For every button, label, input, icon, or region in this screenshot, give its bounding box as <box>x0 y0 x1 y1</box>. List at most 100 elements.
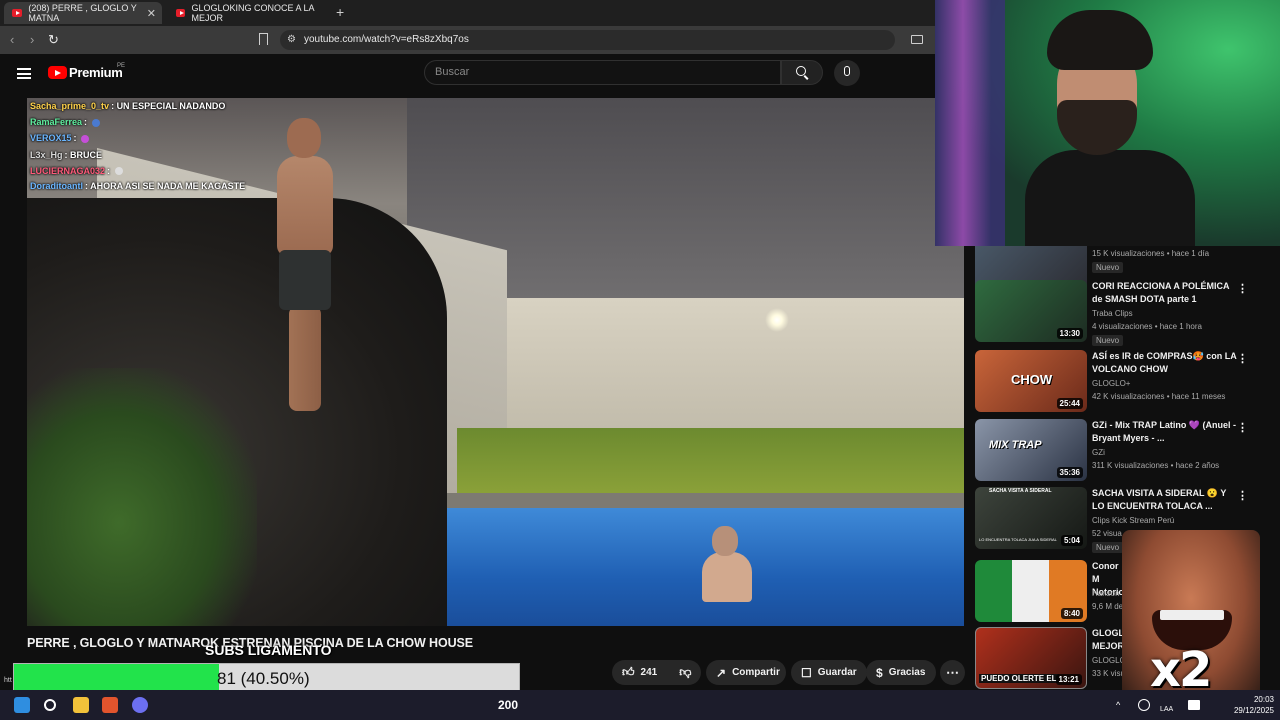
taskbar-count: 200 <box>498 698 519 712</box>
video-person-standing <box>259 118 349 418</box>
save-button[interactable]: ☐ Guardar <box>791 660 867 685</box>
more-options-icon[interactable]: ⋮ <box>1237 352 1248 365</box>
video-person-swimming <box>697 526 757 606</box>
goal-progress-text: 81 (40.50%) <box>217 669 310 688</box>
clock-time: 20:03 <box>1253 695 1274 704</box>
windows-start-icon[interactable] <box>14 697 30 713</box>
rec-channel[interactable]: GZi <box>1092 448 1105 457</box>
browser-tab[interactable]: GLOGLOKING CONOCE A LA MEJOR <box>168 2 326 24</box>
rec-meta: 15 K visualizaciones • hace 1 día <box>1092 249 1210 258</box>
logo-region: PE <box>117 63 126 69</box>
back-icon[interactable]: ‹ <box>10 32 14 47</box>
chat-message: VEROX15: <box>30 130 260 146</box>
chat-message: Doraditoantl: AHORA ASI SE NADA ME KAGAS… <box>30 181 246 192</box>
youtube-favicon-icon <box>12 9 23 17</box>
chat-username: RamaFerrea <box>30 117 83 128</box>
rec-meta: 4 visualizaciones • hace 1 hora <box>1092 322 1202 331</box>
status-url-hint: htt <box>4 677 12 684</box>
new-tab-icon[interactable]: + <box>336 4 344 20</box>
recommendation-item[interactable]: MIX TRAP 35:36 GZi - Mix TRAP Latino 💜 (… <box>975 419 1275 483</box>
video-thumbnail[interactable]: MIX TRAP 35:36 <box>975 419 1087 481</box>
discord-icon[interactable] <box>132 697 148 713</box>
forward-icon[interactable]: › <box>30 32 34 47</box>
like-dislike-group[interactable]: 👍︎ 241 👎︎ <box>612 660 701 685</box>
duration-badge: 13:21 <box>1055 674 1082 685</box>
browser-tab-active[interactable]: (208) PERRE , GLOGLO Y MATNA ✕ <box>4 2 162 24</box>
youtube-logo-icon[interactable] <box>48 66 67 79</box>
clock[interactable]: 20:03 29/12/2025 <box>1222 694 1274 716</box>
search-input[interactable]: Buscar <box>424 60 781 85</box>
webcam-lights <box>935 0 1005 246</box>
emote-icon <box>81 135 90 144</box>
file-explorer-icon[interactable] <box>73 697 89 713</box>
rec-title[interactable]: SACHA VISITA A SIDERAL 😮 Y LO ENCUENTRA … <box>1092 487 1237 513</box>
video-plants <box>27 368 257 626</box>
video-thumbnail[interactable]: 13:30 <box>975 280 1087 342</box>
stream-chat-overlay: Sacha_prime_0_tv: UN ESPECIAL NADANDO Ra… <box>30 98 260 193</box>
chat-message: LUCIERNAGA032: <box>30 163 260 179</box>
duration-badge: 25:44 <box>1056 398 1083 409</box>
rec-channel[interactable]: Clips Kick Stream Perú <box>1092 516 1174 525</box>
save-icon: ☐ <box>801 665 812 680</box>
thumb-caption: SACHA VISITA A SIDERAL <box>989 488 1052 494</box>
duration-badge: 8:40 <box>1060 608 1083 619</box>
more-options-icon[interactable]: ⋮ <box>1237 489 1248 502</box>
like-count[interactable]: 241 <box>641 667 658 678</box>
close-tab-icon[interactable]: ✕ <box>147 7 156 20</box>
video-thumbnail[interactable]: PUEDO OLERTE EL 13:21 <box>975 627 1087 689</box>
rec-title[interactable]: GZi - Mix TRAP Latino 💜 (Anuel - Bryant … <box>1092 419 1237 445</box>
chevron-up-icon[interactable]: ^ <box>1116 700 1124 710</box>
menu-icon[interactable] <box>17 68 31 79</box>
share-icon: ↗ <box>716 665 727 680</box>
rec-title[interactable]: ASÍ es IR de COMPRAS🥵 con LA VOLCANO CHO… <box>1092 350 1237 376</box>
monitor-icon[interactable] <box>1188 700 1200 710</box>
video-thumbnail[interactable]: SACHA VISITA A SIDERAL LO ENCUENTRA TOLA… <box>975 487 1087 549</box>
logo-text[interactable]: Premium <box>69 65 123 80</box>
brave-browser-icon[interactable] <box>102 697 118 713</box>
bookmark-icon[interactable] <box>259 33 268 45</box>
site-info-icon[interactable]: ⚙ <box>287 34 296 45</box>
rec-channel[interactable]: Hanson <box>1092 589 1120 598</box>
new-badge: Nuevo <box>1092 262 1124 273</box>
clock-date: 29/12/2025 <box>1233 706 1274 715</box>
thanks-label: Gracias <box>888 667 926 678</box>
recommendation-item[interactable]: CHOW 25:44 ASÍ es IR de COMPRAS🥵 con LA … <box>975 350 1275 414</box>
rec-channel[interactable]: GLOGLO <box>1092 656 1126 665</box>
cast-icon[interactable] <box>911 35 923 44</box>
more-actions-icon[interactable]: ⋯ <box>940 660 965 685</box>
video-thumbnail[interactable]: CHOW 25:44 <box>975 350 1087 412</box>
thanks-button[interactable]: $ Gracias <box>866 660 936 685</box>
share-label: Compartir <box>732 667 780 678</box>
search-icon[interactable] <box>796 66 806 76</box>
thumbs-up-icon[interactable]: 👍︎ <box>622 665 635 680</box>
thumbs-down-icon[interactable]: 👎︎ <box>679 665 691 680</box>
more-options-icon[interactable]: ⋮ <box>1237 282 1248 295</box>
chat-username: Sacha_prime_0_tv <box>30 101 110 111</box>
video-pool <box>397 508 964 626</box>
language-indicator[interactable]: LAA <box>1160 706 1173 713</box>
tab-title: (208) PERRE , GLOGLO Y MATNA <box>28 3 137 23</box>
video-lamp <box>765 308 789 332</box>
url-field[interactable]: youtube.com/watch?v=eRs8zXbq7os <box>280 30 895 50</box>
chat-message: Sacha_prime_0_tv: UN ESPECIAL NADANDO <box>30 101 226 111</box>
streamer-figure <box>1025 10 1195 246</box>
more-options-icon[interactable]: ⋮ <box>1237 421 1248 434</box>
recommendation-item[interactable]: 13:30 CORI REACCIONA A POLÉMICA de SMASH… <box>975 280 1275 346</box>
chat-text: BRUCE <box>70 149 103 160</box>
thanks-icon: $ <box>876 665 883 680</box>
chat-text: UN ESPECIAL NADANDO <box>116 101 226 111</box>
emote-icon <box>114 167 123 176</box>
rec-title[interactable]: CORI REACCIONA A POLÉMICA de SMASH DOTA … <box>1092 280 1237 306</box>
share-button[interactable]: ↗ Compartir <box>706 660 786 685</box>
reload-icon[interactable]: ↻ <box>48 32 59 48</box>
search-icon[interactable] <box>44 699 56 711</box>
new-badge: Nuevo <box>1092 335 1124 346</box>
tab-title: GLOGLOKING CONOCE A LA MEJOR <box>191 3 314 23</box>
rec-channel[interactable]: GLOGLO+ <box>1092 379 1130 388</box>
sync-icon[interactable] <box>1138 699 1150 711</box>
mic-icon[interactable] <box>844 66 850 76</box>
chat-username: LUCIERNAGA032 <box>30 165 106 176</box>
video-thumbnail[interactable]: 8:40 <box>975 560 1087 622</box>
save-label: Guardar <box>817 667 857 678</box>
rec-channel[interactable]: Traba Clips <box>1092 309 1133 318</box>
